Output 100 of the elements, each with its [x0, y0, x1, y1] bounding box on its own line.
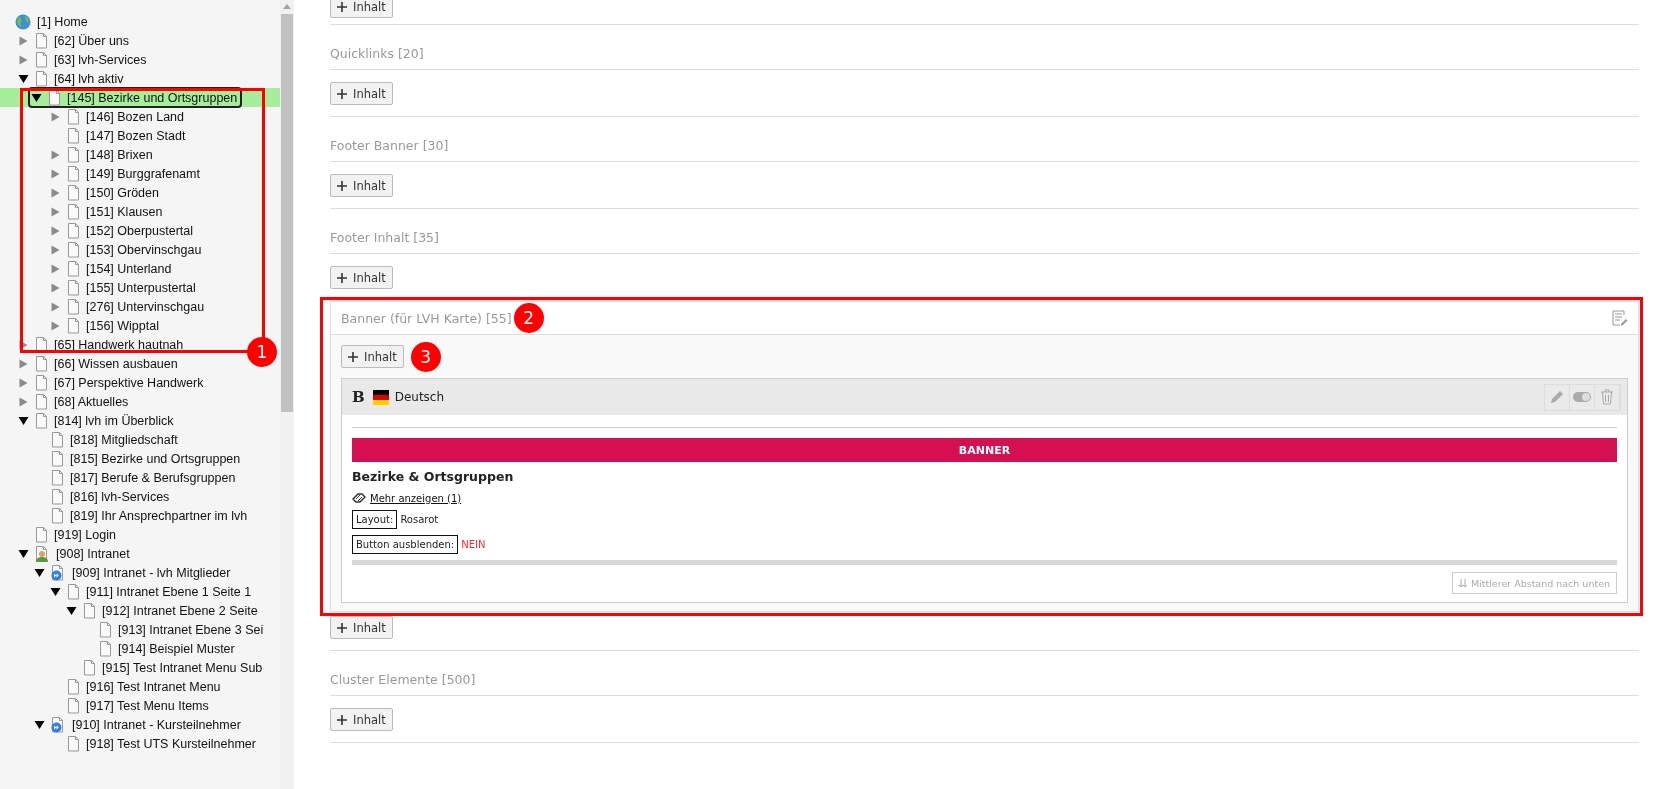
- tree-item[interactable]: [153] Obervinschgau: [86, 242, 202, 257]
- expand-arrow-icon[interactable]: [18, 35, 29, 46]
- tree-item[interactable]: [155] Unterpustertal: [86, 280, 196, 295]
- add-content-button[interactable]: Inhalt: [330, 708, 393, 731]
- page-icon: [99, 621, 112, 638]
- tree-item[interactable]: [154] Unterland: [86, 261, 172, 276]
- tree-item[interactable]: [818] Mitgliedschaft: [70, 432, 178, 447]
- tree-item[interactable]: [1] Home: [37, 14, 88, 29]
- element-type-label: B: [352, 388, 365, 406]
- tree-item[interactable]: [815] Bezirke und Ortsgruppen: [70, 451, 241, 466]
- tree-item[interactable]: [66] Wissen ausbauen: [54, 356, 178, 371]
- collapse-arrow-icon[interactable]: [34, 567, 45, 578]
- tree-item[interactable]: [63] lvh-Services: [54, 52, 147, 67]
- expand-arrow-icon[interactable]: [50, 168, 61, 179]
- add-content-button[interactable]: Inhalt: [330, 82, 393, 105]
- tree-item[interactable]: [151] Klausen: [86, 204, 163, 219]
- shortcut-page-icon: [51, 564, 66, 581]
- page-icon: [35, 355, 48, 372]
- expand-arrow-icon[interactable]: [50, 111, 61, 122]
- tree-item[interactable]: [152] Oberpustertal: [86, 223, 193, 238]
- tree-item[interactable]: [910] Intranet - Kursteilnehmer: [72, 717, 241, 732]
- tree-item[interactable]: [146] Bozen Land: [86, 109, 184, 124]
- page-icon: [67, 165, 80, 182]
- tree-item[interactable]: [276] Untervinschgau: [86, 299, 205, 314]
- tree-item[interactable]: [913] Intranet Ebene 3 Sei: [118, 622, 264, 637]
- tree-item[interactable]: [814] lvh im Überblick: [54, 413, 174, 428]
- edit-icon[interactable]: [1612, 310, 1628, 326]
- expand-arrow-icon[interactable]: [50, 301, 61, 312]
- page-icon: [35, 526, 48, 543]
- page-icon: [67, 678, 80, 695]
- expand-arrow-icon[interactable]: [50, 263, 61, 274]
- page-icon: [35, 51, 48, 68]
- collapse-arrow-icon[interactable]: [34, 719, 45, 730]
- expand-arrow-icon[interactable]: [18, 396, 29, 407]
- toggle-visibility-button[interactable]: [1570, 384, 1595, 410]
- add-content-button[interactable]: Inhalt: [330, 0, 393, 18]
- more-link[interactable]: Mehr anzeigen (1): [370, 492, 462, 504]
- element-heading: Bezirke & Ortsgruppen: [352, 469, 515, 484]
- collapse-arrow-icon[interactable]: [18, 548, 29, 559]
- tree-item[interactable]: [67] Perspektive Handwerk: [54, 375, 204, 390]
- collapse-arrow-icon[interactable]: [50, 586, 61, 597]
- scroll-up-arrow-icon[interactable]: [283, 4, 291, 9]
- plus-icon: [337, 88, 347, 99]
- scrollbar-thumb[interactable]: [281, 14, 293, 412]
- page-icon: [51, 488, 64, 505]
- expand-arrow-icon[interactable]: [50, 187, 61, 198]
- expand-arrow-icon[interactable]: [18, 54, 29, 65]
- plus-icon: [337, 622, 347, 633]
- page-icon: [67, 298, 80, 315]
- expand-arrow-icon[interactable]: [50, 244, 61, 255]
- tree-item[interactable]: [919] Login: [54, 527, 116, 542]
- collapse-arrow-icon[interactable]: [18, 415, 29, 426]
- plus-icon: [337, 272, 347, 283]
- add-content-button[interactable]: Inhalt: [330, 616, 393, 639]
- tree-item[interactable]: [908] Intranet: [56, 546, 130, 561]
- tree-item[interactable]: [916] Test Intranet Menu: [86, 679, 221, 694]
- tree-item[interactable]: [915] Test Intranet Menu Sub: [102, 660, 263, 675]
- tree-item[interactable]: [817] Berufe & Berufsgruppen: [70, 470, 236, 485]
- expand-arrow-icon[interactable]: [50, 320, 61, 331]
- expand-arrow-icon[interactable]: [18, 377, 29, 388]
- tree-item[interactable]: [62] Über uns: [54, 33, 130, 48]
- tree-item[interactable]: [912] Intranet Ebene 2 Seite: [102, 603, 258, 618]
- tree-item[interactable]: [911] Intranet Ebene 1 Seite 1: [86, 584, 252, 599]
- expand-arrow-icon[interactable]: [18, 358, 29, 369]
- page-icon: [83, 659, 96, 676]
- page-icon: [67, 260, 80, 277]
- add-content-button[interactable]: Inhalt: [330, 266, 393, 289]
- page-icon: [67, 127, 80, 144]
- page-icon: [67, 222, 80, 239]
- globe-icon: [15, 13, 31, 30]
- tree-item[interactable]: [68] Aktuelles: [54, 394, 129, 409]
- tree-item[interactable]: [816] lvh-Services: [70, 489, 170, 504]
- section-title: Cluster Elemente [500]: [330, 672, 476, 687]
- add-content-button[interactable]: Inhalt: [330, 174, 393, 197]
- tree-item[interactable]: [914] Beispiel Muster: [118, 641, 235, 656]
- expand-arrow-icon[interactable]: [50, 282, 61, 293]
- expand-arrow-icon[interactable]: [50, 149, 61, 160]
- tree-item[interactable]: [819] Ihr Ansprechpartner im lvh: [70, 508, 248, 523]
- expand-arrow-icon[interactable]: [50, 206, 61, 217]
- tree-item[interactable]: [149] Burggrafenamt: [86, 166, 200, 181]
- field-label: Layout:: [352, 510, 398, 529]
- expand-arrow-icon[interactable]: [50, 225, 61, 236]
- scrollbar[interactable]: [280, 0, 294, 789]
- tree-item[interactable]: [148] Brixen: [86, 147, 153, 162]
- tree-item[interactable]: [150] Gröden: [86, 185, 159, 200]
- shortcut-page-icon: [51, 716, 66, 733]
- page-icon: [67, 697, 80, 714]
- page-icon: [67, 203, 80, 220]
- collapse-arrow-icon[interactable]: [18, 73, 29, 84]
- tree-item[interactable]: [64] lvh aktiv: [54, 71, 124, 86]
- collapse-arrow-icon[interactable]: [66, 605, 77, 616]
- tree-item[interactable]: [156] Wipptal: [86, 318, 159, 333]
- tree-item[interactable]: [918] Test UTS Kursteilnehmer: [86, 736, 256, 751]
- add-content-button[interactable]: Inhalt: [341, 345, 404, 368]
- tree-item[interactable]: [909] Intranet - lvh Mitglieder: [72, 565, 231, 580]
- toggle-icon: [1572, 391, 1592, 403]
- tree-item[interactable]: [147] Bozen Stadt: [86, 128, 186, 143]
- tree-item[interactable]: [917] Test Menu Items: [86, 698, 209, 713]
- collapse-arrow-icon[interactable]: [31, 92, 42, 103]
- banner-label: BANNER: [958, 443, 1011, 457]
